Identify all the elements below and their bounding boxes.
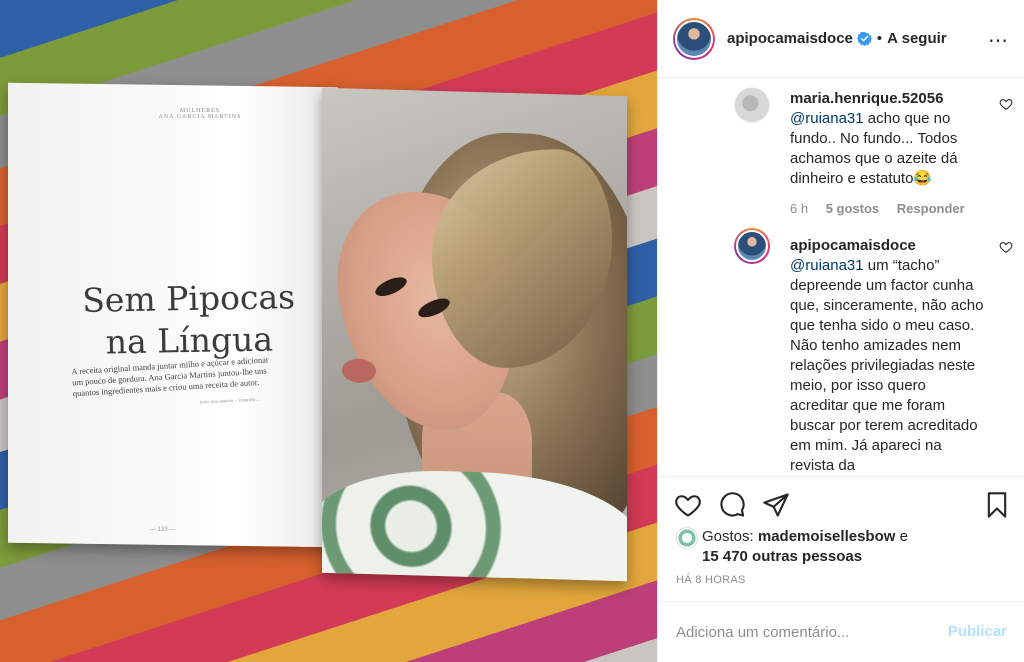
magazine-page-number: — 123 — xyxy=(150,527,176,533)
post-header: apipocamaisdoce • A seguir ⋯ xyxy=(658,0,1024,78)
comment-avatar[interactable] xyxy=(734,228,770,264)
post-timestamp[interactable]: HÁ 8 HORAS xyxy=(676,574,746,586)
post-photo[interactable]: MULHERES ANA GARCIA MARTINS Sem Pipocas … xyxy=(0,0,657,662)
comment-likes[interactable]: 5 gostos xyxy=(826,201,879,216)
comment-like-heart-icon[interactable] xyxy=(999,97,1013,111)
portrait-lips xyxy=(342,358,376,384)
likes-conjunction: e xyxy=(895,528,908,545)
avatar[interactable] xyxy=(673,17,715,60)
portrait-photo xyxy=(322,88,627,582)
magazine-title: Sem Pipocas na Língua xyxy=(73,276,304,364)
likes-summary: Gostos: mademoisellesbow e 15 470 outras… xyxy=(674,525,1014,570)
bookmark-icon[interactable] xyxy=(983,491,1011,519)
verified-icon xyxy=(856,31,872,46)
magazine-title-line1: Sem Pipocas xyxy=(81,277,296,320)
likes-prefix: Gostos: xyxy=(702,528,758,545)
comments-list[interactable]: maria.henrique.52056 @ruiana31 acho que … xyxy=(658,79,1024,475)
comment-mention[interactable]: @ruiana31 xyxy=(790,110,864,127)
publish-button[interactable]: Publicar xyxy=(948,623,1007,640)
magazine-author-label: ANA GARCIA MARTINS xyxy=(158,114,242,120)
comment-mention[interactable]: @ruiana31 xyxy=(790,257,864,274)
post-actions-bar xyxy=(658,476,1024,530)
post-author-username[interactable]: apipocamaisdoce xyxy=(727,30,853,47)
magazine-section-header: MULHERES ANA GARCIA MARTINS xyxy=(140,108,260,120)
likes-text: Gostos: mademoisellesbow e 15 470 outras… xyxy=(702,527,1002,567)
comment-body: apipocamaisdoce @ruiana31 um “tacho” dep… xyxy=(790,236,986,475)
comment-body: maria.henrique.52056 @ruiana31 acho que … xyxy=(790,89,986,189)
comment-like-heart-icon[interactable] xyxy=(999,240,1013,254)
comment-meta: 6 h 5 gostos Responder xyxy=(790,201,979,216)
post-sidebar: apipocamaisdoce • A seguir ⋯ maria.henri… xyxy=(657,0,1024,662)
heart-icon[interactable] xyxy=(674,491,702,519)
reply-button[interactable]: Responder xyxy=(897,201,965,216)
comment-icon[interactable] xyxy=(718,491,746,519)
comment-input[interactable] xyxy=(676,620,936,644)
comment-avatar[interactable] xyxy=(734,87,770,123)
likes-others-link[interactable]: 15 470 outras pessoas xyxy=(702,548,862,565)
comment-time: 6 h xyxy=(790,201,809,216)
following-button[interactable]: A seguir xyxy=(887,30,946,47)
comment-username[interactable]: maria.henrique.52056 xyxy=(790,90,943,107)
liker-avatar[interactable] xyxy=(676,527,698,549)
comment-text: um “tacho” depreende um factor cunha que… xyxy=(790,257,984,474)
add-comment-bar: Publicar xyxy=(658,601,1024,662)
liker-username[interactable]: mademoisellesbow xyxy=(758,528,896,545)
header-separator: • xyxy=(876,30,883,47)
share-icon[interactable] xyxy=(762,491,790,519)
comment-username[interactable]: apipocamaisdoce xyxy=(790,237,916,254)
more-icon[interactable]: ⋯ xyxy=(988,28,1009,53)
magazine-spread: MULHERES ANA GARCIA MARTINS Sem Pipocas … xyxy=(0,0,657,662)
